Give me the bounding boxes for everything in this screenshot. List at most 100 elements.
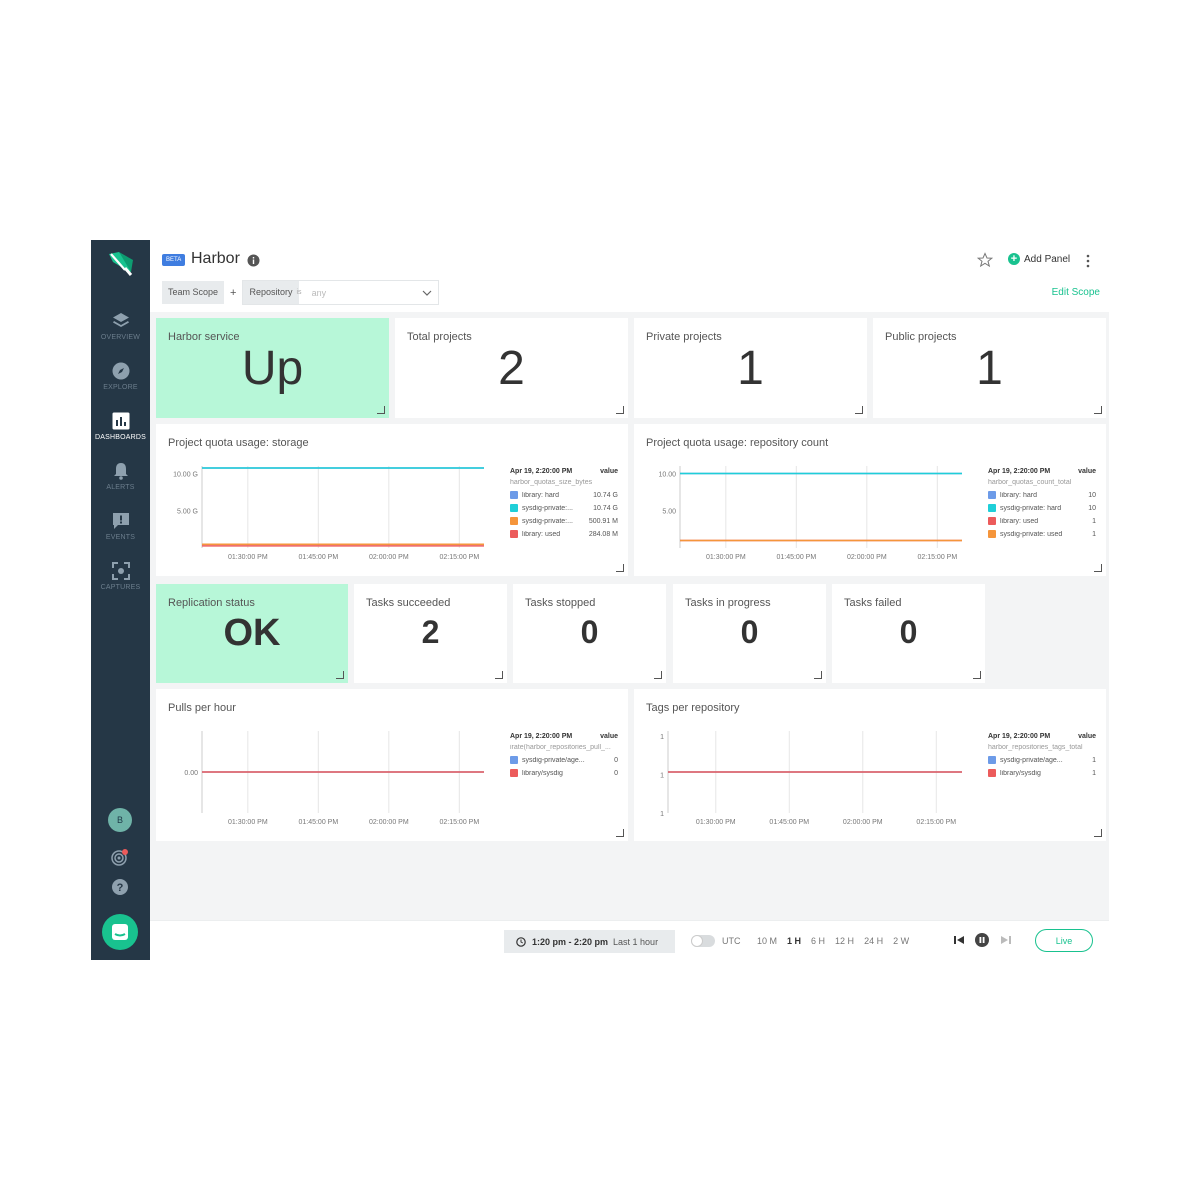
range-12h[interactable]: 12 H [835,936,854,946]
chat-button[interactable] [102,914,138,950]
pause-icon[interactable] [975,933,989,947]
stat-panel-tasks-failed[interactable]: Tasks failed 0 [832,584,985,683]
legend-item[interactable]: sysdig-private:... 500.91 M [510,517,618,525]
stat-value: OK [223,612,281,654]
chart-legend: Apr 19, 2:20:00 PM value harbor_quotas_siz… [510,468,618,543]
legend-item[interactable]: library/sysdig 0 [510,769,618,777]
y-tick-label: 10.00 G [173,471,198,478]
repository-scope-select[interactable]: Repository is any [242,280,439,305]
legend-value-header: value [600,468,618,475]
legend-series-name: library: used [1000,517,1039,525]
legend-series-name: library/sysdig [522,769,563,777]
utc-toggle[interactable] [691,935,715,947]
notifications-icon[interactable] [111,848,129,866]
info-icon[interactable] [247,254,260,267]
sidebar-item-events[interactable]: EVENTS [91,511,150,557]
resize-handle[interactable] [616,406,624,414]
legend-header: Apr 19, 2:20:00 PM value [988,468,1096,475]
sidebar-item-captures[interactable]: CAPTURES [91,561,150,607]
resize-handle[interactable] [1094,406,1102,414]
sidebar-item-explore[interactable]: EXPLORE [91,361,150,407]
range-6h[interactable]: 6 H [811,936,825,946]
legend-series-value: 10 [1088,491,1096,499]
legend-item[interactable]: library: used 1 [988,517,1096,525]
legend-item[interactable]: sysdig-private: used 1 [988,530,1096,538]
stat-panel-harbor-service[interactable]: Harbor service Up [156,318,389,418]
chart-panel-tags-per-repository[interactable]: Tags per repository 01:30:00 PM 01:45:00 … [634,689,1106,841]
resize-handle[interactable] [654,671,662,679]
sidebar-item-alerts[interactable]: ALERTS [91,461,150,507]
chart-panel-pulls-per-hour[interactable]: Pulls per hour 01:30:00 PM 01:45:00 PM 02:… [156,689,628,841]
resize-handle[interactable] [1094,829,1102,837]
team-scope-chip[interactable]: Team Scope [162,281,225,304]
resize-handle[interactable] [814,671,822,679]
legend-swatch [510,517,518,525]
resize-handle[interactable] [616,829,624,837]
range-10m[interactable]: 10 M [757,936,777,946]
live-button[interactable]: Live [1035,929,1093,952]
stat-panel-public-projects[interactable]: Public projects 1 [873,318,1106,418]
page-title: Harbor [191,250,240,267]
stat-panel-tasks-stopped[interactable]: Tasks stopped 0 [513,584,666,683]
legend-swatch [988,517,996,525]
add-panel-button[interactable]: + Add Panel [1008,253,1070,265]
legend-item[interactable]: library/sysdig 1 [988,769,1096,777]
sidebar-item-dashboards[interactable]: DASHBOARDS [91,411,150,457]
sidebar-item-overview[interactable]: OVERVIEW [91,311,150,357]
skip-back-icon[interactable] [953,934,965,946]
star-icon[interactable] [977,252,993,268]
scope-plus[interactable]: + [230,287,236,299]
x-tick-label: 01:30:00 PM [228,819,268,826]
legend-series-value: 1 [1092,769,1096,777]
stat-panel-private-projects[interactable]: Private projects 1 [634,318,867,418]
legend-series-value: 0 [614,769,618,777]
pulls-line-chart: 01:30:00 PM 01:45:00 PM 02:00:00 PM 02:15:0… [184,731,484,826]
legend-series-value: 1 [1092,530,1096,538]
resize-handle[interactable] [973,671,981,679]
resize-handle[interactable] [495,671,503,679]
stat-panel-tasks-in-progress[interactable]: Tasks in progress 0 [673,584,826,683]
range-24h[interactable]: 24 H [864,936,883,946]
legend-series-name: library: hard [522,491,559,499]
chart-legend: Apr 19, 2:20:00 PM value harbor_repositori… [988,733,1096,782]
chart-panel-repository-count[interactable]: Project quota usage: repository count 01… [634,424,1106,576]
time-range-picker[interactable]: 1:20 pm - 2:20 pm Last 1 hour [504,930,675,953]
resize-handle[interactable] [616,564,624,572]
legend-series-value: 1 [1092,756,1096,764]
legend-timestamp: Apr 19, 2:20:00 PM [510,733,573,740]
avatar[interactable]: B [108,808,132,832]
stat-panel-replication-status[interactable]: Replication status OK [156,584,348,683]
legend-header: Apr 19, 2:20:00 PM value [510,468,618,475]
legend-item[interactable]: sysdig-private/age... 1 [988,756,1096,764]
app-window: OVERVIEW EXPLORE DASHBOARDS ALERTS EVENT… [91,240,1109,960]
resize-handle[interactable] [1094,564,1102,572]
more-options-icon[interactable] [1085,254,1091,268]
y-tick-label: 5.00 [662,509,676,516]
range-2w[interactable]: 2 W [893,936,909,946]
y-tick-label: 10.00 [658,471,676,478]
resize-handle[interactable] [336,671,344,679]
x-tick-label: 01:30:00 PM [696,819,736,826]
legend-swatch [988,769,996,777]
legend-item[interactable]: sysdig-private:... 10.74 G [510,504,618,512]
time-range-label: Last 1 hour [613,936,659,947]
stat-panel-tasks-succeeded[interactable]: Tasks succeeded 2 [354,584,507,683]
resize-handle[interactable] [377,406,385,414]
help-icon[interactable]: ? [111,878,129,896]
skip-forward-icon[interactable] [1000,934,1012,946]
legend-swatch [510,756,518,764]
stat-panel-total-projects[interactable]: Total projects 2 [395,318,628,418]
chart-panel-storage[interactable]: Project quota usage: storage 01:30:00 PM… [156,424,628,576]
legend-item[interactable]: library: used 284.08 M [510,530,618,538]
edit-scope-link[interactable]: Edit Scope [1052,287,1100,298]
range-1h[interactable]: 1 H [787,936,801,946]
x-tick-label: 01:45:00 PM [769,819,809,826]
alert-message-icon [112,513,129,529]
legend-item[interactable]: sysdig-private: hard 10 [988,504,1096,512]
resize-handle[interactable] [855,406,863,414]
legend-item[interactable]: sysdig-private/age... 0 [510,756,618,764]
legend-item[interactable]: library: hard 10.74 G [510,491,618,499]
legend-item[interactable]: library: hard 10 [988,491,1096,499]
stat-value: 1 [737,342,764,395]
sysdig-logo[interactable] [105,248,137,280]
